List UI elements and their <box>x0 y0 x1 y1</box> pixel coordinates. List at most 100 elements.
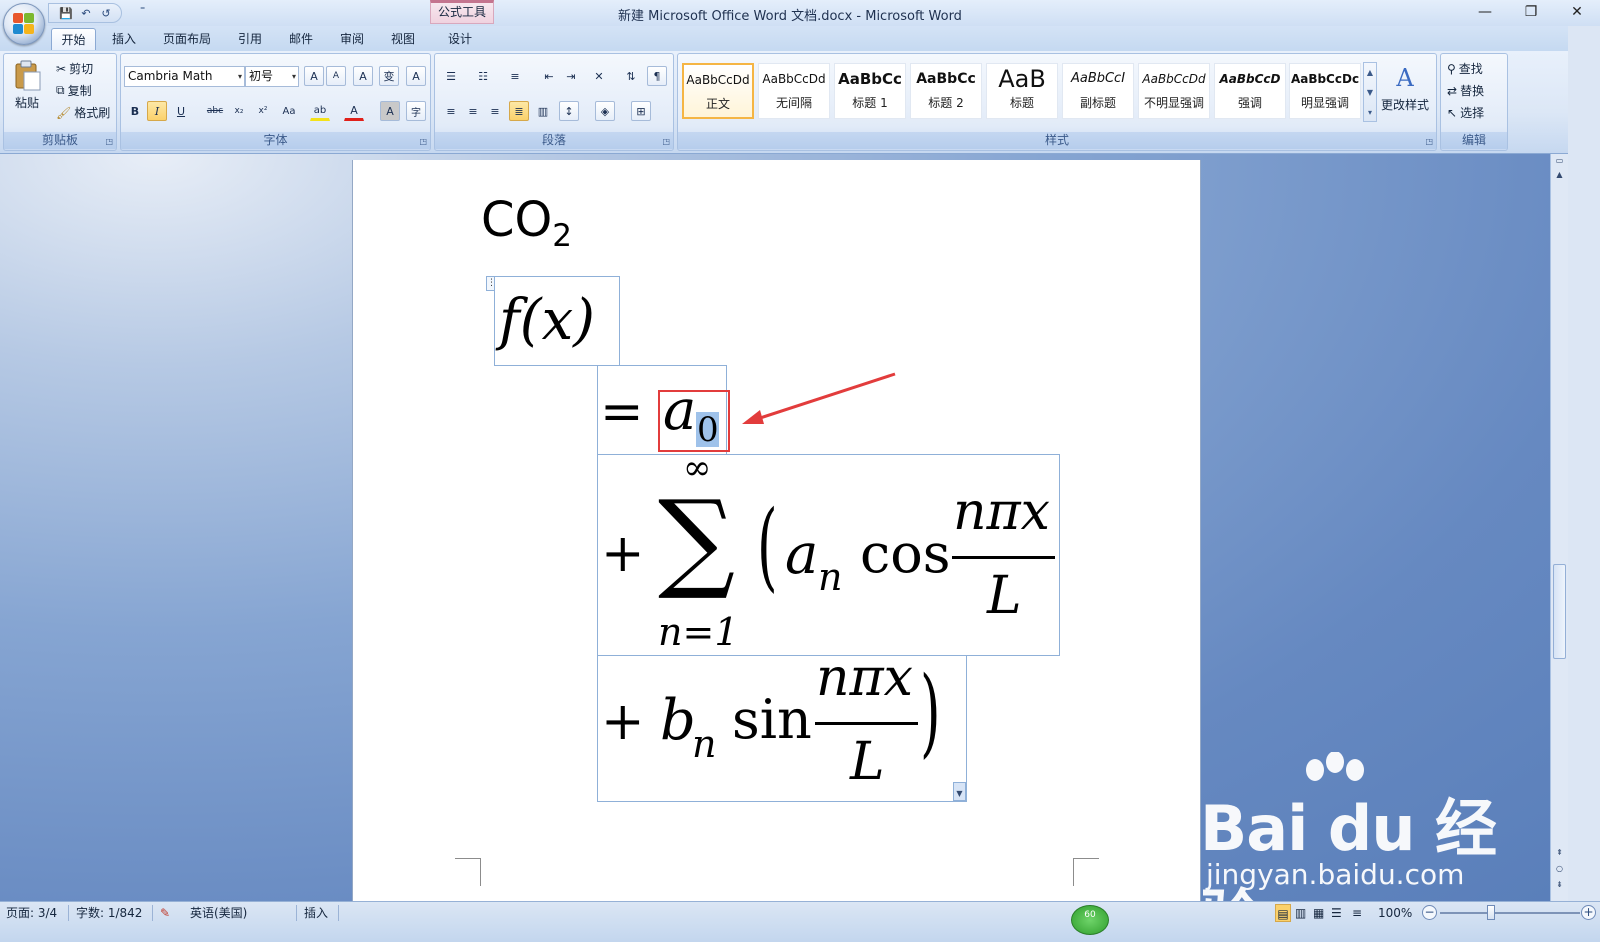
highlight-button[interactable]: ab <box>310 101 330 121</box>
shrink-font-button[interactable]: A <box>326 66 346 86</box>
paste-button[interactable]: 粘贴 <box>12 60 42 111</box>
superscript-button[interactable]: x² <box>253 101 273 121</box>
grow-font-button[interactable]: A <box>304 66 324 86</box>
clear-formatting-button[interactable]: A <box>353 66 373 86</box>
subscript-button[interactable]: x₂ <box>229 101 249 121</box>
cos-function[interactable]: cos <box>860 522 950 585</box>
equation-bn[interactable]: b <box>660 688 696 753</box>
change-case-button[interactable]: Aa <box>279 101 299 121</box>
zoom-level[interactable]: 100% <box>1378 904 1412 922</box>
tab-design[interactable]: 设计 <box>440 28 480 50</box>
dialog-launcher-icon[interactable]: ◳ <box>1425 137 1433 146</box>
right-paren[interactable]: ) <box>920 656 941 768</box>
font-size-combo[interactable]: 初号 ▾ <box>245 66 299 87</box>
borders-icon[interactable]: ⊞ <box>631 101 651 121</box>
scroll-down-icon[interactable]: ▼ <box>1364 83 1376 103</box>
equation-options-dropdown-icon[interactable]: ▼ <box>953 782 966 801</box>
zoom-slider-track[interactable] <box>1440 912 1580 914</box>
zoom-slider-thumb[interactable] <box>1487 905 1495 920</box>
align-left-icon[interactable]: ≡ <box>441 101 461 121</box>
next-page-icon[interactable]: ⇟ <box>1551 880 1568 889</box>
tab-view[interactable]: 视图 <box>383 28 423 50</box>
ruler-toggle-icon[interactable]: ▭ <box>1551 156 1568 165</box>
style-title[interactable]: AaB 标题 <box>986 63 1058 119</box>
web-layout-icon[interactable]: ▦ <box>1313 904 1324 922</box>
undo-icon[interactable]: ↶ <box>77 5 95 21</box>
select-button[interactable]: ↖ 选择 <box>1447 104 1484 121</box>
bullets-icon[interactable]: ☰ <box>441 66 461 86</box>
scroll-thumb[interactable] <box>1553 564 1566 659</box>
change-styles-button[interactable]: A 更改样式 <box>1381 64 1429 113</box>
sum-lower-limit[interactable]: n=1 <box>658 610 739 654</box>
select-browse-object-icon[interactable]: ○ <box>1551 864 1568 873</box>
save-icon[interactable]: 💾 <box>57 5 75 21</box>
fraction-numerator-1[interactable]: nπx <box>953 482 1050 542</box>
underline-button[interactable]: U <box>171 101 191 121</box>
find-button[interactable]: ⚲ 查找 <box>1447 60 1483 77</box>
style-subtitle[interactable]: AaBbCcI 副标题 <box>1062 63 1134 119</box>
dialog-launcher-icon[interactable]: ◳ <box>419 137 427 146</box>
office-button[interactable] <box>3 3 45 45</box>
numbering-icon[interactable]: ☷ <box>473 66 493 86</box>
tab-home[interactable]: 开始 <box>51 28 96 50</box>
style-subtle-emphasis[interactable]: AaBbCcDd 不明显强调 <box>1138 63 1210 119</box>
language-indicator[interactable]: 英语(美国) <box>190 904 247 922</box>
character-border-button[interactable]: A <box>406 66 426 86</box>
justify-icon[interactable]: ≣ <box>509 101 529 121</box>
format-painter-button[interactable]: 🖌 格式刷 <box>56 104 110 121</box>
fraction-denominator-2[interactable]: L <box>850 732 885 792</box>
character-shading-button[interactable]: A <box>380 101 400 121</box>
fraction-numerator-2[interactable]: nπx <box>816 648 913 708</box>
dialog-launcher-icon[interactable]: ◳ <box>662 137 670 146</box>
equation-lhs[interactable]: f(x) <box>499 288 595 353</box>
status-badge[interactable]: 60 <box>1071 905 1109 935</box>
copy-button[interactable]: ⧉ 复制 <box>56 82 92 99</box>
line-spacing-icon[interactable]: ↕ <box>559 101 579 121</box>
print-layout-icon[interactable]: ▤ <box>1275 904 1291 922</box>
sin-function[interactable]: sin <box>732 688 812 751</box>
equation-bn-subscript[interactable]: n <box>692 722 716 766</box>
multilevel-list-icon[interactable]: ≡ <box>505 66 525 86</box>
minimize-button[interactable]: — <box>1462 0 1508 24</box>
scroll-up-icon[interactable]: ▲ <box>1364 63 1376 83</box>
left-paren[interactable]: ( <box>757 490 778 602</box>
tab-mailings[interactable]: 邮件 <box>281 28 321 50</box>
italic-button[interactable]: I <box>147 101 167 121</box>
replace-button[interactable]: ⇄ 替换 <box>1447 82 1484 99</box>
fraction-denominator-1[interactable]: L <box>987 566 1022 626</box>
distributed-icon[interactable]: ▥ <box>533 101 553 121</box>
proofing-icon[interactable]: ✎ <box>160 904 170 922</box>
equation-an-subscript[interactable]: n <box>818 555 842 599</box>
style-heading-1[interactable]: AaBbCc 标题 1 <box>834 63 906 119</box>
show-marks-icon[interactable]: ¶ <box>647 66 667 86</box>
zoom-out-button[interactable]: − <box>1422 905 1437 920</box>
decrease-indent-icon[interactable]: ⇤ <box>539 66 559 86</box>
shading-icon[interactable]: ◈ <box>595 101 615 121</box>
tab-references[interactable]: 引用 <box>230 28 270 50</box>
redo-icon[interactable]: ↺ <box>97 5 115 21</box>
equation-plus-1[interactable]: + <box>601 524 645 584</box>
style-intense-emphasis[interactable]: AaBbCcDc 明显强调 <box>1289 63 1361 119</box>
tab-insert[interactable]: 插入 <box>104 28 144 50</box>
prev-page-icon[interactable]: ⇞ <box>1551 848 1568 857</box>
align-center-icon[interactable]: ≡ <box>463 101 483 121</box>
gallery-more-icon[interactable]: ▾ <box>1364 103 1376 123</box>
equation-plus-2[interactable]: + <box>601 692 645 752</box>
equation-equals[interactable]: = <box>600 382 644 442</box>
enclose-characters-button[interactable]: 字 <box>406 101 426 121</box>
tab-review[interactable]: 审阅 <box>332 28 372 50</box>
style-emphasis[interactable]: AaBbCcD 强调 <box>1214 63 1286 119</box>
customize-qat-icon[interactable]: ⁼ <box>140 5 145 16</box>
vertical-scrollbar[interactable]: ▭ ▲ ⇞ ○ ⇟ <box>1550 154 1568 901</box>
style-no-spacing[interactable]: AaBbCcDd 无间隔 <box>758 63 830 119</box>
dialog-launcher-icon[interactable]: ◳ <box>105 137 113 146</box>
font-name-combo[interactable]: Cambria Math ▾ <box>124 66 245 87</box>
zoom-in-button[interactable]: + <box>1581 905 1596 920</box>
font-color-button[interactable]: A <box>344 101 364 121</box>
bold-button[interactable]: B <box>125 101 145 121</box>
align-right-icon[interactable]: ≡ <box>485 101 505 121</box>
strikethrough-button[interactable]: abc <box>205 101 225 121</box>
close-button[interactable]: ✕ <box>1554 0 1600 24</box>
style-heading-2[interactable]: AaBbCc 标题 2 <box>910 63 982 119</box>
phonetic-guide-button[interactable]: 变 <box>379 66 399 86</box>
